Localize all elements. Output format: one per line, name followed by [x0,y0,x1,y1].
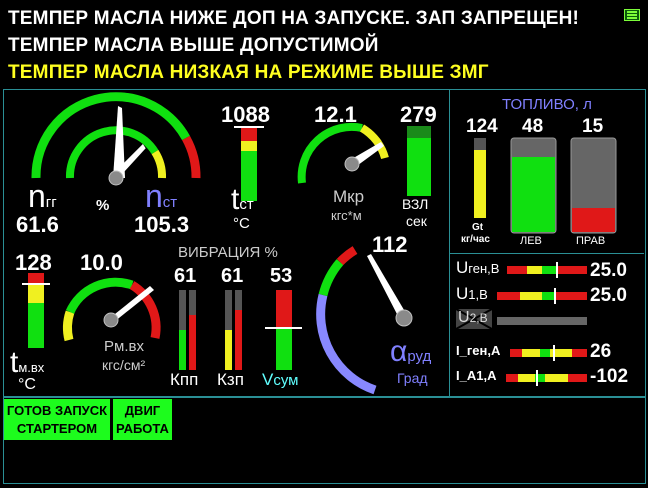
oil-pressure-unit: кгс/см² [102,357,146,373]
igen-value: 26 [590,341,612,362]
ia1-bar [506,370,587,386]
ia1-label: I_А1,А [456,368,497,383]
rudder-value: 112 [372,232,408,257]
u1-bar [497,288,587,304]
igen-label: I_ген,А [456,343,501,358]
igen-bar [510,345,587,361]
vzl-value: 279 [400,102,437,127]
oil-pressure-label: Рм.вх [104,338,144,355]
rotor-percent-label: % [96,197,110,214]
fuel-gt-bar [474,138,486,218]
u1-label: U1,В [456,284,488,303]
rudder-label: αруд [390,335,432,368]
vibration-kpp-bar [179,290,196,370]
rotor-speed-gauge [31,92,201,186]
oil-temp-label: tм.вх [10,346,45,379]
ngg-label: nгг [28,178,57,214]
fuel-gt-unit: кг/час [461,234,490,245]
vibration-vsum-label: Vсум [262,370,299,389]
nst-value: 105.3 [134,212,190,237]
fuel-gt-value: 124 [466,116,498,137]
fuel-left-value: 48 [522,116,544,137]
fuel-right-label: ПРАВ [576,235,606,247]
vzl-unit: сек [406,213,427,229]
vibration-kzp-value: 61 [221,265,244,287]
u1-value: 25.0 [590,285,627,306]
oil-temp-bar [22,273,50,348]
u2-label: U2,В [458,309,488,326]
oil-pressure-gauge [62,277,161,342]
vibration-vsum-bar [265,290,302,370]
rudder-gauge [316,246,413,395]
nst-label: nст [145,178,178,214]
u2-bar [497,317,587,325]
rudder-unit: Град [397,370,428,386]
mkr-value: 12.1 [314,102,357,127]
tst-unit: °С [233,215,250,232]
ugen-bar [507,262,587,278]
vibration-vsum-value: 53 [270,265,293,287]
fuel-left-tank [510,137,557,234]
vibration-kzp-bar [225,290,242,370]
mkr-label: Мкр [333,187,365,206]
ugen-value: 25.0 [590,260,627,281]
ngg-value: 61.6 [16,212,59,237]
vibration-kpp-value: 61 [174,265,197,287]
fuel-right-tank [570,137,617,234]
engine-running-indicator[interactable]: ДВИГ РАБОТА [113,399,172,440]
vzl-label: ВЗЛ [402,196,429,212]
oil-temp-unit: °С [18,376,36,393]
oil-pressure-value: 10.0 [80,250,123,275]
mkr-unit: кгс*м [331,208,362,223]
fuel-left-label: ЛЕВ [520,235,542,247]
tst-label: tст [231,183,254,216]
ia1-value: -102 [590,366,629,387]
vibration-kpp-label: Кпп [170,370,199,389]
fuel-right-value: 15 [582,116,604,137]
tst-value: 1088 [221,102,270,127]
vibration-kzp-label: Кзп [217,370,244,389]
fuel-title: ТОПЛИВО, л [502,96,592,113]
start-ready-indicator[interactable]: ГОТОВ ЗАПУСК СТАРТЕРОМ [4,399,110,440]
ugen-label: Uген,В [456,258,500,277]
fuel-gt-label: Gt [472,222,484,233]
vibration-title: ВИБРАЦИЯ % [178,244,278,261]
oil-temp-value: 128 [15,250,52,275]
torque-gauge [297,122,389,184]
